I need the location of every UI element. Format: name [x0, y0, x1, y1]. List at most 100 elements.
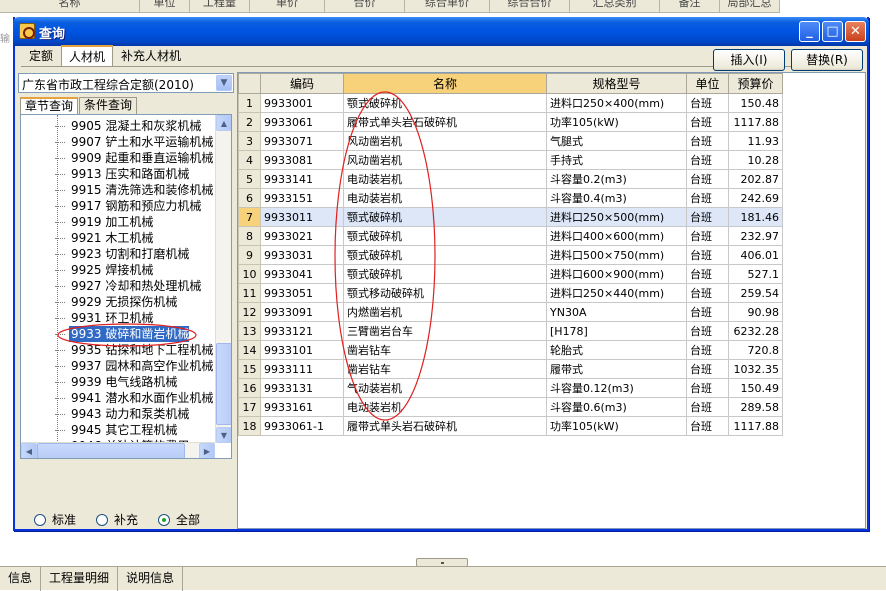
table-cell[interactable]: 台班	[686, 169, 729, 189]
row-number[interactable]: 6	[238, 188, 261, 208]
row-number[interactable]: 3	[238, 131, 261, 151]
tree-node[interactable]: 9931 环卫机械	[54, 310, 153, 326]
table-row[interactable]: 3 9933071 风动凿岩机 气腿式 台班 11.93	[238, 131, 783, 151]
table-cell[interactable]: 风动凿岩机	[343, 131, 547, 151]
table-cell[interactable]: 气动装岩机	[343, 378, 547, 398]
table-cell[interactable]: 颚式破碎机	[343, 93, 547, 113]
tree-node[interactable]: 9907 铲土和水平运输机械	[54, 134, 213, 150]
scroll-thumb[interactable]	[37, 443, 185, 458]
table-cell[interactable]: 台班	[686, 340, 729, 360]
insert-button[interactable]: 插入(I)	[713, 49, 785, 71]
table-cell[interactable]: 凿岩钻车	[343, 359, 547, 379]
table-cell[interactable]: 台班	[686, 131, 729, 151]
table-cell[interactable]: 颚式破碎机	[343, 245, 547, 265]
tree-vertical-scrollbar[interactable]: ▲ ▼	[215, 115, 231, 443]
table-cell[interactable]: 内燃凿岩机	[343, 302, 547, 322]
radio-supplementary-circle[interactable]	[96, 513, 109, 526]
table-cell[interactable]: 进料口600×900(mm)	[546, 264, 687, 284]
table-cell[interactable]: 406.01	[728, 245, 783, 265]
scroll-right-icon[interactable]: ▶	[199, 443, 215, 458]
radio-supplementary[interactable]: 补充	[96, 511, 138, 528]
table-cell[interactable]: 手持式	[546, 150, 687, 170]
minimize-button[interactable]: _	[799, 21, 820, 42]
table-cell[interactable]: 242.69	[728, 188, 783, 208]
table-row[interactable]: 8 9933021 颚式破碎机 进料口400×600(mm) 台班 232.97	[238, 226, 783, 246]
table-cell[interactable]: 轮胎式	[546, 340, 687, 360]
table-cell[interactable]: 电动装岩机	[343, 169, 547, 189]
tree-node[interactable]: 9919 加工机械	[54, 214, 153, 230]
table-cell[interactable]: 台班	[686, 359, 729, 379]
dialog-titlebar[interactable]: 查询 _ □ ✕	[13, 17, 869, 46]
table-cell[interactable]: 9933111	[260, 359, 344, 379]
table-row[interactable]: 11 9933051 颚式移动破碎机 进料口250×440(mm) 台班 259.54	[238, 283, 783, 303]
table-cell[interactable]: 9933161	[260, 397, 344, 417]
table-cell[interactable]: 6232.28	[728, 321, 783, 341]
table-cell[interactable]: 90.98	[728, 302, 783, 322]
table-cell[interactable]: 颚式移动破碎机	[343, 283, 547, 303]
row-number[interactable]: 10	[238, 264, 261, 284]
column-header[interactable]	[238, 73, 261, 94]
table-cell[interactable]: 527.1	[728, 264, 783, 284]
scroll-left-icon[interactable]: ◀	[21, 443, 37, 458]
table-cell[interactable]: 台班	[686, 264, 729, 284]
table-cell[interactable]: YN30A	[546, 302, 687, 322]
tree-node[interactable]: 9923 切割和打磨机械	[54, 246, 189, 262]
table-cell[interactable]: 斗容量0.6(m3)	[546, 397, 687, 417]
column-header[interactable]: 规格型号	[546, 73, 687, 94]
table-cell[interactable]: 履带式	[546, 359, 687, 379]
table-cell[interactable]: 9933011	[260, 207, 344, 227]
table-cell[interactable]: 1117.88	[728, 416, 783, 436]
row-number[interactable]: 7	[238, 207, 261, 227]
table-cell[interactable]: 台班	[686, 302, 729, 322]
bottom-tab-quantity-detail[interactable]: 工程量明细	[41, 567, 119, 591]
table-cell[interactable]: 9933101	[260, 340, 344, 360]
row-number[interactable]: 9	[238, 245, 261, 265]
table-cell[interactable]: 9933021	[260, 226, 344, 246]
table-cell[interactable]: [H178]	[546, 321, 687, 341]
row-number[interactable]: 5	[238, 169, 261, 189]
row-number[interactable]: 17	[238, 397, 261, 417]
quota-library-select[interactable]: 广东省市政工程综合定额(2010) ▼	[18, 73, 234, 93]
table-cell[interactable]: 9933061-1	[260, 416, 344, 436]
table-cell[interactable]: 三臂凿岩台车	[343, 321, 547, 341]
table-cell[interactable]: 259.54	[728, 283, 783, 303]
table-row[interactable]: 6 9933151 电动装岩机 斗容量0.4(m3) 台班 242.69	[238, 188, 783, 208]
column-header[interactable]: 编码	[260, 73, 344, 94]
tree-horizontal-scrollbar[interactable]: ◀ ▶	[21, 442, 215, 458]
table-cell[interactable]: 履带式单头岩石破碎机	[343, 416, 547, 436]
table-row[interactable]: 9 9933031 颚式破碎机 进料口500×750(mm) 台班 406.01	[238, 245, 783, 265]
table-cell[interactable]: 台班	[686, 245, 729, 265]
table-cell[interactable]: 289.58	[728, 397, 783, 417]
column-header[interactable]: 名称	[343, 73, 547, 94]
row-number[interactable]: 18	[238, 416, 261, 436]
table-cell[interactable]: 9933061	[260, 112, 344, 132]
tree-node[interactable]: 9937 园林和高空作业机械	[54, 358, 213, 374]
table-cell[interactable]: 风动凿岩机	[343, 150, 547, 170]
table-cell[interactable]: 斗容量0.4(m3)	[546, 188, 687, 208]
table-row[interactable]: 18 9933061-1 履带式单头岩石破碎机 功率105(kW) 台班 1117.88	[238, 416, 783, 436]
table-cell[interactable]: 150.49	[728, 378, 783, 398]
table-row[interactable]: 15 9933111 凿岩钻车 履带式 台班 1032.35	[238, 359, 783, 379]
row-number[interactable]: 16	[238, 378, 261, 398]
radio-all[interactable]: 全部	[158, 511, 200, 528]
row-number[interactable]: 1	[238, 93, 261, 113]
row-number[interactable]: 13	[238, 321, 261, 341]
table-row[interactable]: 1 9933001 颚式破碎机 进料口250×400(mm) 台班 150.48	[238, 93, 783, 113]
scroll-up-icon[interactable]: ▲	[216, 115, 231, 131]
tree-node[interactable]: 9939 电气线路机械	[54, 374, 177, 390]
maximize-button[interactable]: □	[822, 21, 843, 42]
chevron-down-icon[interactable]: ▼	[216, 75, 232, 91]
tree-node[interactable]: 9929 无损探伤机械	[54, 294, 177, 310]
table-cell[interactable]: 台班	[686, 188, 729, 208]
table-row[interactable]: 14 9933101 凿岩钻车 轮胎式 台班 720.8	[238, 340, 783, 360]
table-row[interactable]: 16 9933131 气动装岩机 斗容量0.12(m3) 台班 150.49	[238, 378, 783, 398]
table-cell[interactable]: 9933031	[260, 245, 344, 265]
table-cell[interactable]: 气腿式	[546, 131, 687, 151]
table-cell[interactable]: 斗容量0.2(m3)	[546, 169, 687, 189]
table-cell[interactable]: 181.46	[728, 207, 783, 227]
row-number[interactable]: 12	[238, 302, 261, 322]
bottom-tab-description[interactable]: 说明信息	[118, 567, 184, 591]
table-cell[interactable]: 9933051	[260, 283, 344, 303]
table-cell[interactable]: 台班	[686, 112, 729, 132]
tree-node[interactable]: 9913 压实和路面机械	[54, 166, 189, 182]
